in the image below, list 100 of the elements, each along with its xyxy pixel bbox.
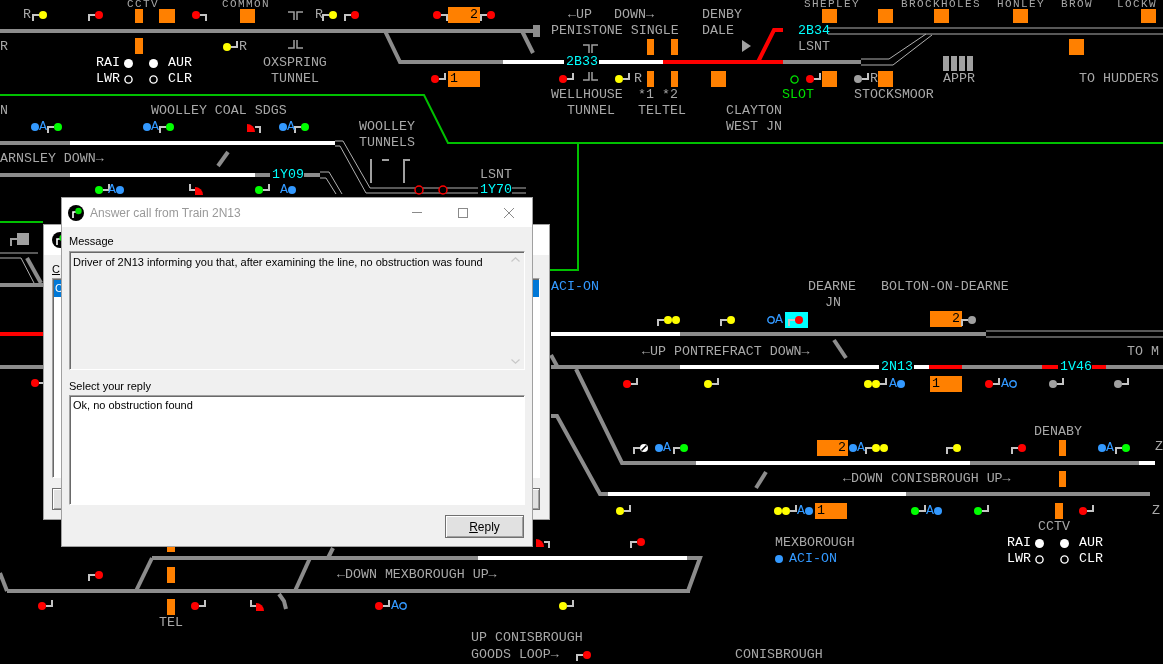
block-marker-icon	[878, 71, 893, 87]
signal-icon[interactable]	[865, 442, 888, 454]
train-description[interactable]: 2B34	[798, 24, 830, 38]
block-marker-icon	[135, 9, 143, 23]
place-label: PENISTONE SINGLE	[551, 24, 679, 38]
signal-icon[interactable]	[255, 184, 270, 196]
signal-icon[interactable]	[946, 442, 961, 454]
signal-icon[interactable]	[559, 73, 574, 85]
signal-icon[interactable]	[192, 9, 207, 21]
signal-icon[interactable]	[720, 314, 735, 326]
panel-label: CLR	[1079, 552, 1104, 566]
signal-icon[interactable]	[95, 184, 110, 196]
signal-icon[interactable]	[806, 73, 821, 85]
signal-icon[interactable]	[615, 73, 630, 85]
indicator-label: ACI-ON	[789, 552, 837, 566]
place-label: R	[23, 8, 31, 22]
block-marker-icon	[135, 38, 143, 54]
train-description[interactable]: 1V46	[1060, 360, 1092, 374]
place-label: R	[239, 40, 247, 54]
signal-icon[interactable]	[854, 73, 869, 85]
shunt-signal-icon[interactable]	[250, 600, 264, 612]
panel-label: LWR	[96, 72, 121, 86]
signal-icon[interactable]	[431, 73, 446, 85]
place-label: R	[0, 40, 8, 54]
ars-label: A	[39, 120, 47, 134]
signal-icon[interactable]	[623, 378, 638, 390]
signal-icon[interactable]	[322, 9, 337, 21]
block-marker-icon	[934, 9, 949, 23]
signal-icon[interactable]	[657, 314, 680, 326]
place-label: MEXBOROUGH	[775, 536, 855, 550]
signal-icon[interactable]	[774, 505, 797, 517]
signal-icon[interactable]	[616, 505, 631, 517]
signal-icon[interactable]	[576, 649, 591, 661]
train-berth: 1	[448, 71, 480, 87]
place-label: TUNNEL	[271, 72, 319, 86]
place-label: TUNNELS	[359, 136, 415, 150]
block-marker-icon	[647, 39, 654, 55]
signal-icon[interactable]	[32, 9, 47, 21]
block-marker-icon	[878, 9, 893, 23]
signal-icon[interactable]	[974, 505, 989, 517]
signal-icon[interactable]	[961, 314, 976, 326]
place-label: R	[315, 8, 323, 22]
signal-icon[interactable]	[159, 121, 174, 133]
signal-icon[interactable]	[88, 569, 103, 581]
place-label: SHEPLEY	[804, 0, 860, 9]
block-marker-icon	[167, 567, 175, 583]
train-berth: 2	[817, 440, 848, 456]
ars-label: A	[280, 183, 288, 197]
ars-label: A	[889, 377, 897, 391]
signal-icon[interactable]	[985, 378, 1000, 390]
block-marker-icon	[1141, 9, 1156, 23]
place-label: COMMON	[222, 0, 270, 9]
signal-icon[interactable]	[673, 442, 688, 454]
train-description[interactable]: 2B33	[566, 55, 598, 69]
signal-icon[interactable]	[344, 9, 359, 21]
signal-icon[interactable]	[375, 600, 390, 612]
shunt-signal-icon[interactable]	[189, 184, 203, 196]
place-label: ←DOWN MEXBOROUGH UP→	[337, 568, 497, 582]
shunt-signal-icon[interactable]	[247, 121, 261, 133]
signal-icon[interactable]	[433, 9, 448, 21]
signal-icon[interactable]	[1114, 378, 1129, 390]
place-label: ←UP	[568, 8, 592, 22]
train-description[interactable]: 1Y70	[480, 183, 512, 197]
signal-icon[interactable]	[559, 600, 574, 612]
block-marker-icon	[167, 547, 175, 552]
train-description[interactable]: 1Y09	[272, 168, 304, 182]
signal-icon[interactable]	[1011, 442, 1026, 454]
indicator-bar	[951, 56, 957, 71]
panel-label: RAI	[1007, 536, 1032, 550]
panel-label: LWR	[1007, 552, 1032, 566]
field-label: Select your reply	[69, 379, 151, 393]
shunt-signal-icon[interactable]	[536, 536, 550, 548]
block-marker-icon	[822, 71, 837, 87]
signal-icon[interactable]	[191, 600, 206, 612]
signal-icon[interactable]	[47, 121, 62, 133]
signal-icon[interactable]	[704, 378, 719, 390]
signal-icon[interactable]	[223, 41, 238, 53]
signal-icon[interactable]	[480, 9, 495, 21]
place-label: Z	[1152, 504, 1160, 518]
signal-icon[interactable]	[1079, 505, 1094, 517]
maximize-icon	[458, 207, 468, 218]
field-label: C	[52, 262, 60, 276]
window-title: Answer call from Train 2N13	[90, 205, 241, 220]
signal-icon[interactable]	[1115, 442, 1130, 454]
reply-button[interactable]: Reply	[445, 515, 524, 538]
train-description[interactable]: 2N13	[881, 360, 913, 374]
signal-icon[interactable]	[38, 600, 53, 612]
signal-icon[interactable]	[88, 9, 103, 21]
panel-label: RAI	[96, 56, 121, 70]
signal-icon[interactable]	[911, 505, 926, 517]
ring-marker-icon	[438, 185, 448, 195]
signal-icon[interactable]	[633, 442, 648, 454]
signal-icon[interactable]	[630, 536, 645, 548]
signal-icon[interactable]	[1049, 378, 1064, 390]
place-label: R	[870, 72, 878, 86]
signal-icon[interactable]	[864, 378, 887, 390]
reply-list[interactable]: Ok, no obstruction found	[69, 395, 525, 505]
list-item[interactable]: Ok, no obstruction found	[71, 397, 195, 414]
field-label: Message	[69, 234, 114, 248]
signal-icon[interactable]	[294, 121, 309, 133]
